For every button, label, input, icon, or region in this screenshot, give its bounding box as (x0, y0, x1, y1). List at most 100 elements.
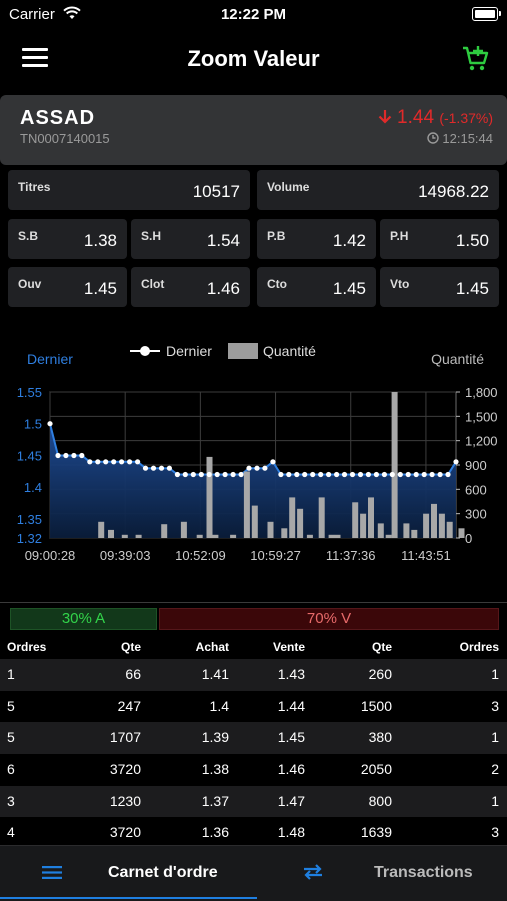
dernier-point (357, 471, 364, 478)
dernier-point (222, 471, 228, 478)
cell: 1500 (360, 697, 392, 714)
cell: 1.37 (201, 792, 229, 809)
volume-bar (281, 528, 288, 538)
cell: 800 (368, 792, 392, 809)
dernier-point (302, 471, 308, 478)
cell: 247 (117, 697, 141, 714)
volume-bar (98, 521, 105, 538)
dernier-point (365, 471, 371, 478)
stock-last-price: 1.44 (397, 107, 435, 128)
cell: 5 (7, 729, 15, 746)
dernier-point (214, 471, 220, 478)
volume-bar (318, 497, 325, 538)
nav-header: Zoom Valeur (0, 30, 507, 90)
clock-icon (427, 132, 439, 144)
header-orders-sell: Ordres (459, 640, 499, 654)
right-tick-label: 0 (465, 531, 472, 546)
dernier-point (310, 471, 316, 478)
volume-bar (108, 529, 114, 538)
legend-quantite: Quantité (263, 343, 316, 359)
right-tick-label: 1,800 (465, 385, 498, 400)
table-row[interactable]: 5 247 1.4 1.44 1500 3 (0, 691, 507, 723)
tab-order-book[interactable]: Carnet d'ordre (0, 846, 257, 899)
add-to-cart-icon[interactable] (461, 44, 491, 74)
left-axis-label: Dernier (27, 351, 73, 367)
cell: 66 (125, 666, 141, 682)
tile-sh: S.H 1.54 (131, 219, 250, 259)
bottom-tab-bar: Carnet d'ordre Transactions (0, 845, 507, 901)
dernier-point (182, 471, 188, 478)
right-tick-label: 900 (465, 458, 487, 473)
volume-bar (368, 497, 374, 538)
buy-ratio-bar: 30% A (10, 608, 157, 630)
dernier-point (286, 471, 292, 478)
cell: 1.43 (277, 666, 305, 682)
dernier-point (262, 465, 268, 471)
table-row[interactable]: 5 1707 1.39 1.45 380 1 (0, 722, 507, 755)
volume-bar (251, 505, 258, 538)
tile-value: 1.45 (83, 279, 117, 298)
dernier-point (373, 471, 379, 478)
cell: 1 (7, 666, 15, 682)
tile-value: 1.50 (455, 231, 489, 250)
tile-label: S.B (18, 229, 39, 243)
volume-bar (403, 523, 410, 538)
tile-value: 1.42 (332, 231, 366, 250)
left-tick-label: 1.4 (24, 480, 42, 495)
header-orders-buy: Ordres (7, 640, 47, 654)
volume-bar (423, 513, 430, 538)
table-row[interactable]: 3 1230 1.37 1.47 800 1 (0, 785, 507, 818)
right-tick-label: 600 (465, 482, 487, 497)
battery-icon (472, 7, 501, 21)
tile-label: P.B (267, 229, 286, 243)
arrow-down-icon (378, 110, 392, 124)
tile-sb: S.B 1.38 (8, 219, 127, 259)
dernier-point (71, 452, 77, 459)
dernier-point (341, 471, 348, 478)
tile-value: 1.45 (455, 279, 489, 298)
tab-transactions[interactable]: Transactions (257, 846, 507, 899)
tile-label: P.H (390, 229, 409, 243)
cell: 1 (491, 792, 499, 809)
tile-value: 1.45 (332, 279, 366, 298)
tile-cto: Cto 1.45 (257, 267, 376, 307)
volume-bar (458, 528, 465, 538)
cell: 1 (491, 666, 499, 682)
dernier-point (119, 459, 125, 465)
dernier-point (405, 471, 411, 478)
stock-time: 12:15:44 (427, 131, 493, 146)
stock-summary-card: ASSAD TN0007140015 1.44 (-1.37%) 12:15:4… (0, 95, 507, 165)
table-row[interactable]: 6 3720 1.38 1.46 2050 2 (0, 754, 507, 786)
header-vente: Vente (272, 640, 305, 654)
dernier-point (238, 471, 244, 478)
tile-vto: Vto 1.45 (380, 267, 499, 307)
tile-label: Vto (390, 277, 410, 291)
volume-bar (135, 534, 142, 538)
dernier-point (413, 471, 419, 478)
dernier-point (445, 471, 451, 478)
price-volume-chart[interactable]: Dernier Dernier Quantité Quantité 1.55 1.… (0, 340, 507, 570)
cell: 1230 (109, 792, 141, 809)
table-row[interactable]: 1 66 1.41 1.43 260 1 (0, 659, 507, 691)
tile-label: Titres (18, 180, 51, 194)
volume-bar (297, 508, 304, 538)
volume-bar (289, 497, 296, 538)
stock-price: 1.44 (-1.37%) (378, 107, 493, 129)
list-icon (42, 866, 62, 879)
cell: 3720 (109, 761, 141, 778)
stock-time-value: 12:15:44 (442, 131, 493, 146)
x-tick-label: 09:39:03 (100, 548, 151, 563)
cell: 1 (491, 729, 499, 746)
volume-bar (391, 392, 398, 538)
left-tick-label: 1.35 (17, 512, 42, 527)
dernier-point (453, 459, 459, 465)
tile-label: Clot (141, 277, 165, 291)
left-tick-label: 1.32 (17, 531, 42, 546)
volume-bar (306, 534, 313, 538)
order-book-table: Ordres Qte Achat Vente Qte Ordres 1 66 1… (0, 633, 507, 849)
volume-bar (446, 521, 453, 538)
dernier-point (270, 459, 276, 465)
x-tick-label: 09:00:28 (25, 548, 76, 563)
dernier-point (142, 465, 149, 471)
left-tick-label: 1.55 (17, 385, 42, 400)
